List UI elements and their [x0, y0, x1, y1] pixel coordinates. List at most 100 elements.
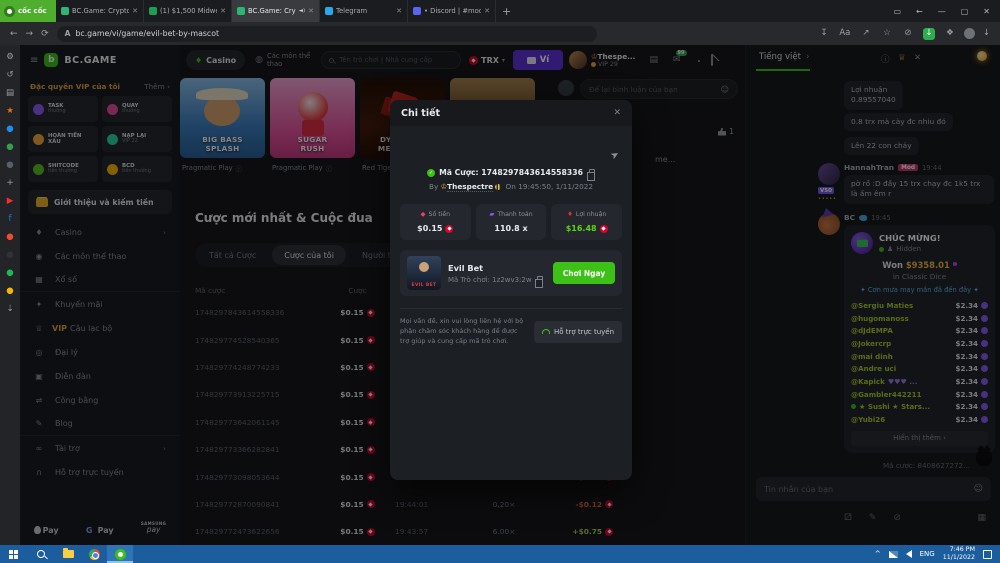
tab-close-icon[interactable]: ✕ — [484, 7, 490, 15]
stat-value: $0.15 — [417, 224, 442, 233]
bet-stat-card: ◆Số tiền $0.15 — [400, 204, 471, 240]
copy-icon[interactable] — [589, 169, 595, 176]
stat-label: Số tiền — [429, 211, 451, 218]
tab-close-icon[interactable]: ✕ — [220, 7, 226, 15]
downloads-icon[interactable]: ↓ — [983, 29, 990, 38]
browser-sidebar-icon[interactable]: ▶ — [7, 197, 14, 206]
network-icon[interactable] — [889, 551, 898, 558]
bet-author-line: By ♔Thespectre On 19:45:50, 1/11/2022 — [390, 182, 632, 191]
tab-close-icon[interactable]: ✕ — [132, 7, 138, 15]
screen: cốc cốc BC.Game: Crypto Casino Gan ◄) ✕ … — [0, 0, 1000, 563]
browser-tab[interactable]: (1) $1,500 Midweek Mascot ◄) ✕ — [144, 0, 232, 22]
browser-sidebar-icon[interactable]: ● — [6, 143, 13, 152]
file-explorer-icon[interactable] — [55, 545, 81, 563]
tray-expand-icon[interactable]: ^ — [875, 550, 881, 558]
cast-icon[interactable]: ▭ — [893, 7, 901, 16]
verified-icon: ✓ — [427, 169, 435, 177]
share-icon[interactable]: ➤ — [608, 149, 621, 163]
browser-sidebar-icon[interactable]: ● — [6, 269, 13, 278]
modal-title: Chi tiết — [401, 108, 440, 119]
notification-center-icon[interactable] — [983, 550, 992, 559]
headphones-icon — [542, 329, 550, 334]
browser-sidebar-icon[interactable]: ⇣ — [6, 305, 13, 314]
browser-side-strip: ⚙ ↺ ▤ ★ ● ● ● + ▶ f ● ● ● ● ⇣ — [0, 45, 20, 545]
browser-toolbar-icon[interactable]: ❖ — [944, 28, 956, 40]
browser-sidebar-icon[interactable]: ● — [6, 125, 13, 134]
browser-tab-bar: cốc cốc BC.Game: Crypto Casino Gan ◄) ✕ … — [0, 0, 1000, 22]
windows-taskbar: ^ ENG 7:46 PM11/1/2022 — [0, 545, 1000, 563]
address-toolbar: ↧ Aa ↗ ☆ ⊘ ↓ ❖ — [818, 28, 956, 40]
game-name: Evil Bet — [448, 263, 546, 273]
trx-coin-icon — [600, 225, 608, 233]
browser-toolbar-icon[interactable]: ☆ — [881, 28, 893, 40]
back-arrow-icon[interactable]: ← — [916, 7, 923, 16]
coccoc-logo-icon — [4, 6, 15, 17]
taskbar-search-icon[interactable] — [37, 550, 45, 558]
play-now-button[interactable]: Chơi Ngay — [553, 262, 615, 284]
url-field[interactable]: A bc.game/vi/game/evil-bet-by-mascot — [57, 26, 597, 42]
trx-coin-icon — [445, 225, 453, 233]
coccoc-brand[interactable]: cốc cốc — [0, 0, 56, 22]
browser-tab[interactable]: • Discord | #mod-announc ◄) ✕ — [408, 0, 496, 22]
bet-details-modal: Chi tiết ✕ ➤ ✓ Mã Cược: 1748297843614558… — [390, 100, 632, 480]
browser-tab[interactable]: Telegram ◄) ✕ — [320, 0, 408, 22]
browser-sidebar-icon[interactable]: ▤ — [6, 89, 14, 98]
tab-favicon — [413, 7, 421, 15]
bet-author[interactable]: Thespectre — [447, 182, 493, 192]
maximize-button[interactable]: ▢ — [961, 7, 969, 16]
nav-reload-icon[interactable]: ⟳ — [41, 29, 49, 39]
bet-stat-card: ♦Lợi nhuận $16.48 — [551, 204, 622, 240]
bee-emoji — [495, 184, 501, 190]
browser-sidebar-icon[interactable]: ● — [6, 161, 13, 170]
site-info-icon[interactable]: A — [65, 29, 71, 38]
start-button[interactable] — [9, 550, 18, 559]
tab-title: Telegram — [336, 7, 393, 15]
support-button[interactable]: Hỗ trợ trực tuyến — [534, 321, 622, 343]
stat-icon: ◆ — [421, 210, 426, 218]
game-id: Mã Trò chơi: 1z2wv3:2w — [448, 276, 532, 284]
browser-toolbar-icon[interactable]: ↓ — [923, 28, 935, 40]
browser-sidebar-icon[interactable]: f — [9, 215, 12, 224]
browser-toolbar-icon[interactable]: ↧ — [818, 28, 830, 40]
browser-sidebar-icon[interactable]: ● — [6, 233, 13, 242]
browser-sidebar-icon[interactable]: ⚙ — [6, 53, 14, 62]
close-button[interactable]: ✕ — [983, 7, 990, 16]
coccoc-taskbar-icon[interactable] — [107, 545, 133, 563]
stat-icon: ▰ — [489, 210, 494, 218]
nav-back-icon[interactable]: ← — [10, 29, 18, 39]
modal-close-icon[interactable]: ✕ — [613, 108, 621, 118]
browser-sidebar-icon[interactable]: ★ — [6, 107, 14, 116]
bcgame-app: ≡ b BC.GAME Đặc quyền VIP của tôi Thêm ›… — [20, 45, 1000, 545]
browser-sidebar-icon[interactable]: ● — [6, 287, 13, 296]
language-indicator[interactable]: ENG — [920, 550, 935, 558]
minimize-button[interactable]: — — [938, 7, 946, 16]
profile-avatar-icon[interactable] — [964, 28, 975, 39]
browser-sidebar-icon[interactable]: ● — [6, 251, 13, 260]
copy-icon[interactable] — [537, 276, 543, 283]
browser-sidebar-icon[interactable]: ↺ — [6, 71, 13, 80]
browser-toolbar-icon[interactable]: ↗ — [860, 28, 872, 40]
tab-close-icon[interactable]: ✕ — [308, 7, 314, 15]
tab-title: BC.Game: Crypto Casino Gan — [72, 7, 129, 15]
new-tab-button[interactable]: + — [502, 5, 511, 18]
browser-toolbar-icon[interactable]: ⊘ — [902, 28, 914, 40]
browser-tab[interactable]: BC.Game: Crypto Casino ◄) ✕ — [232, 0, 320, 22]
stat-value: 110.8 x — [494, 224, 527, 233]
browser-tab[interactable]: BC.Game: Crypto Casino Gan ◄) ✕ — [56, 0, 144, 22]
stat-label: Lợi nhuận — [576, 211, 606, 218]
nav-forward-icon[interactable]: → — [26, 29, 34, 39]
speaker-icon[interactable] — [906, 550, 912, 558]
tab-close-icon[interactable]: ✕ — [396, 7, 402, 15]
game-thumbnail[interactable]: EVIL BET — [407, 256, 441, 290]
url-text: bc.game/vi/game/evil-bet-by-mascot — [75, 29, 219, 38]
chrome-icon[interactable] — [81, 545, 107, 563]
tab-audio-icon[interactable]: ◄) — [299, 8, 305, 14]
bet-stat-card: ▰Thanh toán 110.8 x — [476, 204, 547, 240]
tab-strip: BC.Game: Crypto Casino Gan ◄) ✕ (1) $1,5… — [56, 0, 496, 22]
tab-favicon — [325, 7, 333, 15]
taskbar-clock[interactable]: 7:46 PM11/1/2022 — [943, 546, 975, 562]
browser-toolbar-icon[interactable]: Aa — [839, 28, 851, 40]
stat-label: Thanh toán — [497, 211, 532, 218]
browser-sidebar-icon[interactable]: + — [6, 179, 13, 188]
brand-label: cốc cốc — [18, 7, 47, 15]
